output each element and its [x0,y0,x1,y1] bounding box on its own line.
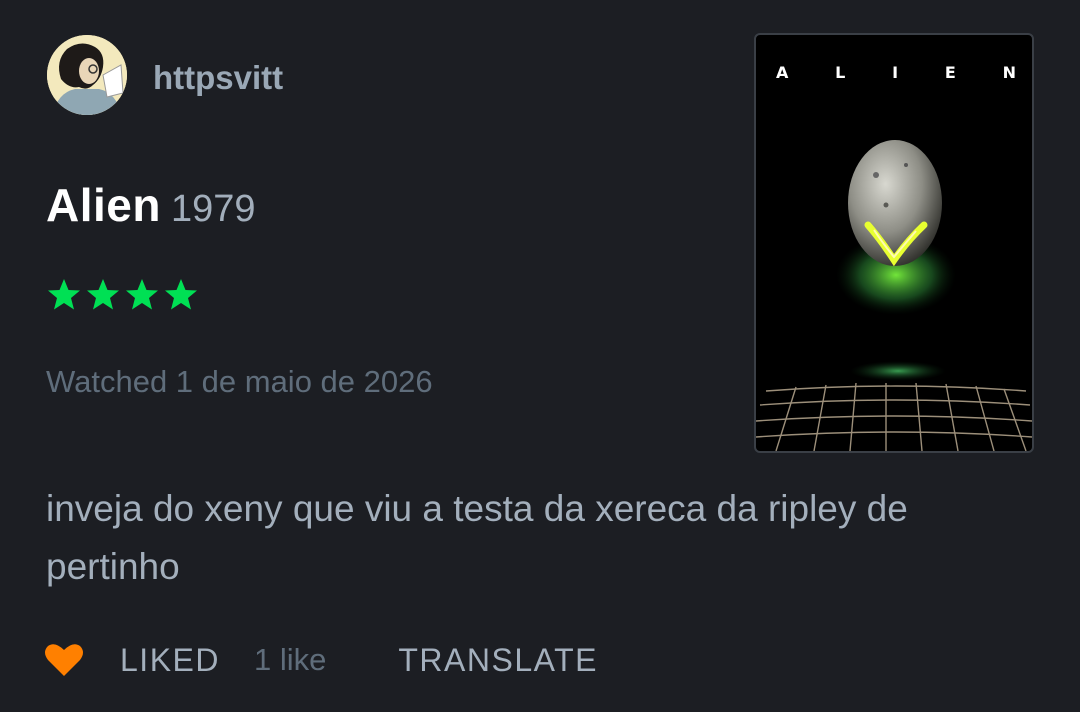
avatar[interactable] [47,35,127,115]
star-icon [165,279,197,310]
avatar-illustration [47,35,127,115]
heart-icon[interactable] [44,642,84,678]
review-actions: LIKED 1 like TRANSLATE [44,632,598,688]
movie-year[interactable]: 1979 [171,188,256,230]
movie-title[interactable]: Alien [46,179,161,231]
star-icon [87,279,119,310]
movie-heading: Alien 1979 [46,175,256,247]
watched-date: Watched 1 de maio de 2026 [46,364,433,399]
poster-artwork [756,140,1032,451]
star-icon [126,279,158,310]
movie-poster[interactable]: A L I E N [754,33,1034,453]
liked-button[interactable]: LIKED [120,642,220,679]
star-rating [46,276,206,316]
like-count[interactable]: 1 like [254,642,326,678]
review-page: httpsvitt Alien 1979 Watched 1 de maio de… [0,0,1080,712]
translate-button[interactable]: TRANSLATE [398,642,598,679]
star-icon [48,279,80,310]
username[interactable]: httpsvitt [153,58,283,98]
review-text: inveja do xeny que viu a testa da xereca… [46,488,908,587]
